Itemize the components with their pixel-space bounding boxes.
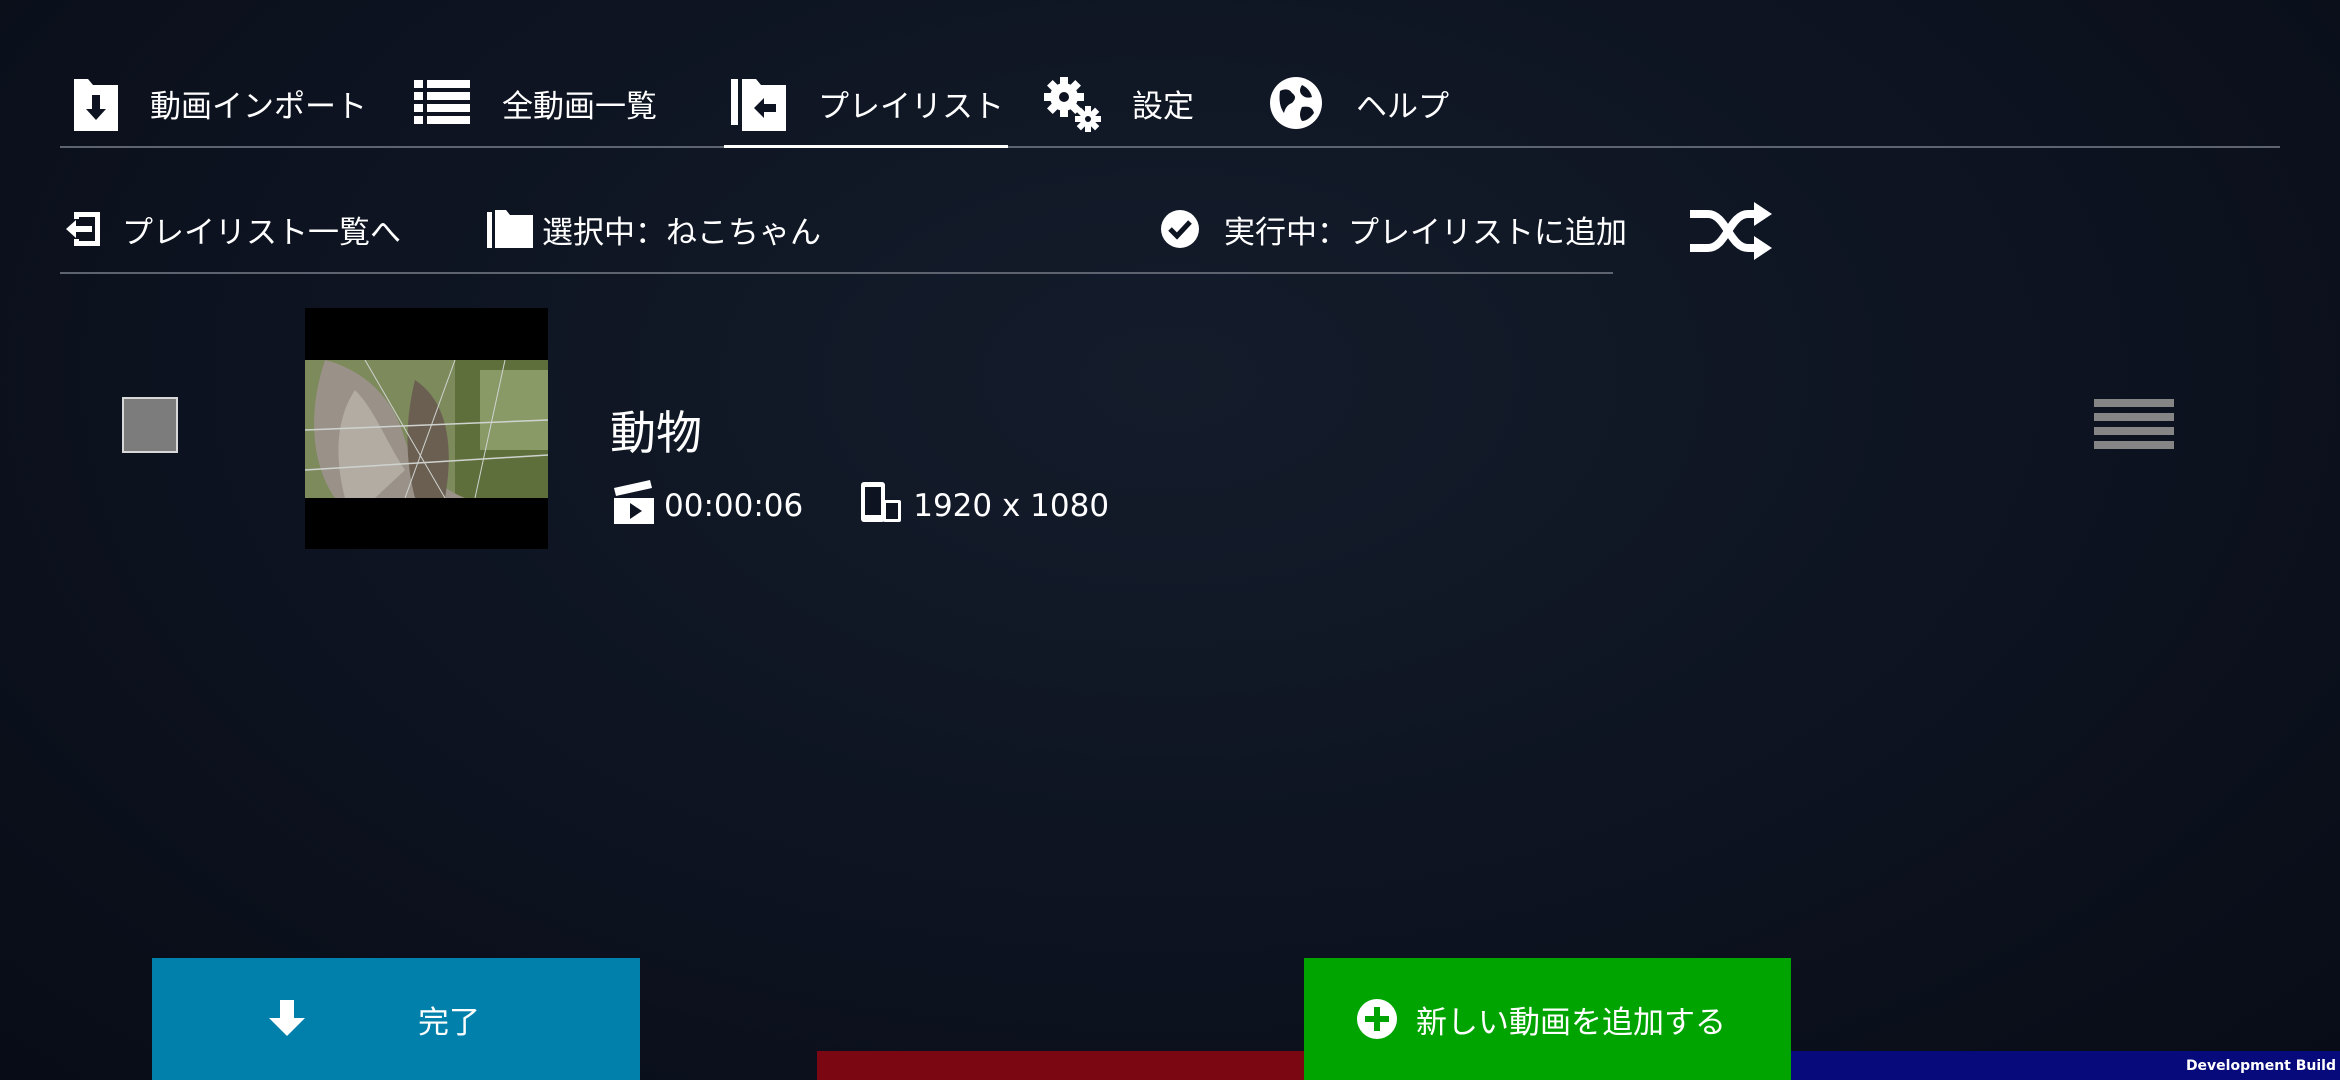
tab-label: ヘルプ [1356, 88, 1449, 125]
tab-label: 全動画一覧 [502, 88, 657, 125]
tab-settings[interactable]: 設定 [1042, 60, 1194, 146]
main-tab-bar: 動画インポート 全動画一覧 プレイリスト 設定 ヘルプ [60, 60, 2280, 148]
video-title: 動物 [610, 406, 702, 460]
folder-icon [486, 205, 534, 253]
tab-label: プレイリスト [818, 88, 1004, 125]
done-button[interactable]: 完了 [152, 958, 640, 1080]
add-new-video-button[interactable]: 新しい動画を追加する [1304, 958, 1791, 1080]
tab-help[interactable]: ヘルプ [1266, 60, 1449, 146]
tab-playlist[interactable]: プレイリスト [724, 60, 1008, 148]
arrow-down-icon [267, 998, 307, 1042]
folder-back-icon [728, 73, 788, 133]
duration-text: 00:00:06 [664, 488, 804, 524]
list-icon [412, 73, 472, 133]
plus-circle-icon [1356, 998, 1398, 1044]
running-action-status: 実行中：プレイリストに追加 [1156, 190, 1627, 268]
drag-handle-icon[interactable] [2094, 399, 2174, 459]
shuffle-icon [1690, 202, 1772, 260]
tab-video-import[interactable]: 動画インポート [60, 60, 367, 146]
shuffle-button[interactable] [1686, 196, 1776, 266]
exit-icon [60, 205, 108, 253]
add-label: 新しい動画を追加する [1416, 1004, 1726, 1041]
resolution-text: 1920 x 1080 [913, 488, 1110, 524]
video-thumbnail [305, 308, 548, 549]
back-label: プレイリスト一覧へ [122, 214, 401, 251]
back-to-playlists-button[interactable]: プレイリスト一覧へ [60, 190, 401, 268]
resolution-info: 1920 x 1080 [859, 480, 1109, 532]
tab-all-videos[interactable]: 全動画一覧 [412, 60, 657, 146]
tab-label: 設定 [1132, 88, 1194, 125]
selected-playlist: 選択中：ねこちゃん [486, 190, 821, 268]
check-circle-icon [1156, 205, 1204, 253]
done-label: 完了 [418, 1004, 480, 1041]
duration-info: 00:00:06 [612, 480, 803, 532]
playlist-item-row[interactable]: 動物 00:00:06 1920 x 1080 [60, 305, 2280, 550]
clapperboard-icon [612, 480, 654, 532]
globe-icon [1266, 73, 1326, 133]
selected-label: 選択中：ねこちゃん [542, 214, 821, 251]
gears-icon [1042, 73, 1102, 133]
folder-download-icon [60, 73, 120, 133]
bottom-red-bar [817, 1051, 1307, 1080]
playlist-toolbar: プレイリスト一覧へ 選択中：ねこちゃん 実行中：プレイリストに追加 [60, 190, 1627, 274]
development-build-label: Development Build [2185, 1058, 2336, 1074]
running-label: 実行中：プレイリストに追加 [1224, 214, 1627, 251]
item-checkbox[interactable] [122, 397, 178, 453]
tab-label: 動画インポート [150, 88, 367, 125]
devices-icon [859, 480, 903, 532]
video-meta: 00:00:06 1920 x 1080 [612, 480, 1165, 532]
